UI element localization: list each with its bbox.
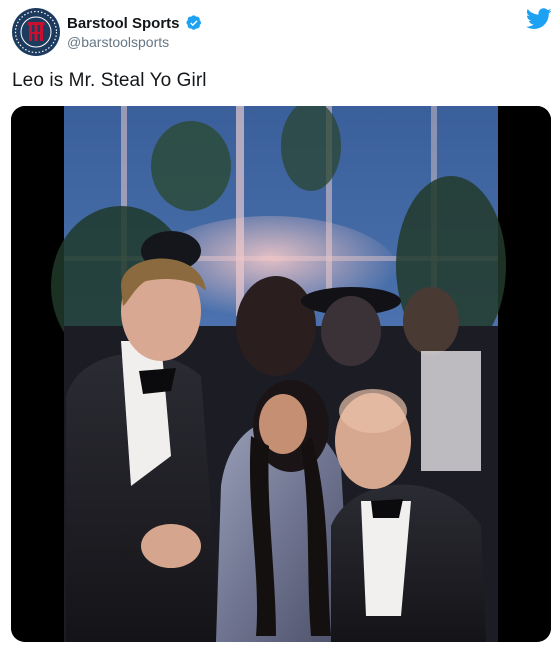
video-still-image [11,106,551,642]
tweet-media-video[interactable] [11,106,551,642]
tweet-card: Barstool Sports @barstoolsports Leo is M… [0,0,560,646]
author-handle[interactable]: @barstoolsports [67,34,169,50]
author-name-row[interactable]: Barstool Sports [67,12,202,34]
profile-avatar[interactable] [12,8,60,56]
tweet-text: Leo is Mr. Steal Yo Girl [12,70,207,91]
twitter-bird-icon[interactable] [525,8,552,30]
author-display-name[interactable]: Barstool Sports [67,15,180,32]
verified-badge-icon [185,15,202,31]
barstool-logo-icon [12,8,60,56]
